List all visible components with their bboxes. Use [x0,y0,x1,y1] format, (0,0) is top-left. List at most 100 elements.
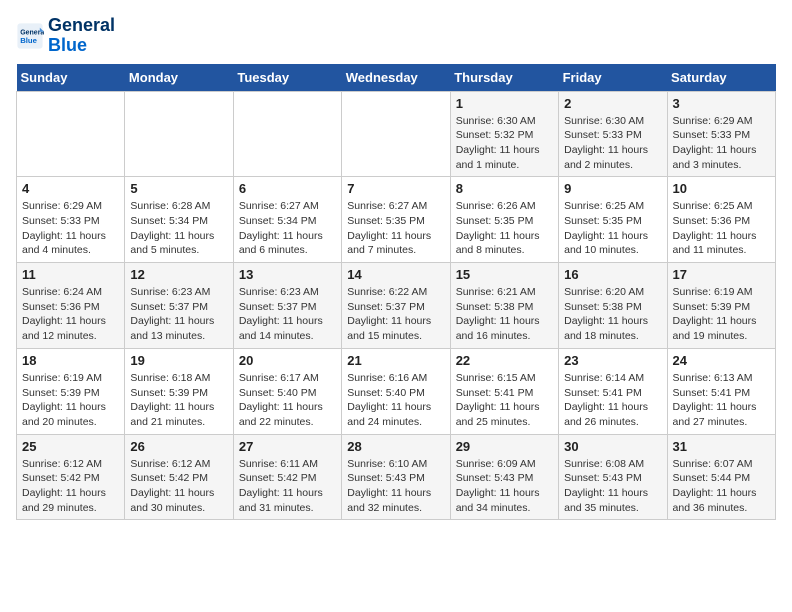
day-number: 27 [239,439,336,454]
day-number: 18 [22,353,119,368]
calendar-cell: 2 Sunrise: 6:30 AM Sunset: 5:33 PM Daylig… [559,91,667,177]
calendar-cell: 7 Sunrise: 6:27 AM Sunset: 5:35 PM Daylig… [342,177,450,263]
day-number: 26 [130,439,227,454]
day-info: Sunrise: 6:27 AM Sunset: 5:34 PM Dayligh… [239,199,336,258]
day-info: Sunrise: 6:23 AM Sunset: 5:37 PM Dayligh… [130,285,227,344]
day-info: Sunrise: 6:20 AM Sunset: 5:38 PM Dayligh… [564,285,661,344]
day-info: Sunrise: 6:21 AM Sunset: 5:38 PM Dayligh… [456,285,553,344]
calendar-cell: 12Sunrise: 6:23 AM Sunset: 5:37 PM Dayli… [125,263,233,349]
day-info: Sunrise: 6:26 AM Sunset: 5:35 PM Dayligh… [456,199,553,258]
calendar-cell: 1 Sunrise: 6:30 AM Sunset: 5:32 PM Daylig… [450,91,558,177]
day-number: 17 [673,267,770,282]
day-number: 29 [456,439,553,454]
calendar-cell: 9Sunrise: 6:25 AM Sunset: 5:35 PM Daylig… [559,177,667,263]
week-row-4: 18 Sunrise: 6:19 AM Sunset: 5:39 PM Dayli… [17,348,776,434]
day-number: 24 [673,353,770,368]
calendar-cell: 3Sunrise: 6:29 AM Sunset: 5:33 PM Daylig… [667,91,775,177]
calendar-cell: 26 Sunrise: 6:12 AM Sunset: 5:42 PM Dayli… [125,434,233,520]
calendar-cell [125,91,233,177]
calendar-cell: 6 Sunrise: 6:27 AM Sunset: 5:34 PM Daylig… [233,177,341,263]
logo-icon: General Blue [16,22,44,50]
calendar-cell: 21 Sunrise: 6:16 AM Sunset: 5:40 PM Dayli… [342,348,450,434]
day-header-sunday: Sunday [17,64,125,92]
day-header-saturday: Saturday [667,64,775,92]
day-info: Sunrise: 6:16 AM Sunset: 5:40 PM Dayligh… [347,371,444,430]
day-number: 21 [347,353,444,368]
day-info: Sunrise: 6:19 AM Sunset: 5:39 PM Dayligh… [673,285,770,344]
day-number: 25 [22,439,119,454]
day-info: Sunrise: 6:10 AM Sunset: 5:43 PM Dayligh… [347,457,444,516]
day-number: 14 [347,267,444,282]
calendar-cell: 19 Sunrise: 6:18 AM Sunset: 5:39 PM Dayli… [125,348,233,434]
week-row-2: 4 Sunrise: 6:29 AM Sunset: 5:33 PM Daylig… [17,177,776,263]
day-number: 11 [22,267,119,282]
day-info: Sunrise: 6:27 AM Sunset: 5:35 PM Dayligh… [347,199,444,258]
week-row-5: 25 Sunrise: 6:12 AM Sunset: 5:42 PM Dayli… [17,434,776,520]
day-info: Sunrise: 6:09 AM Sunset: 5:43 PM Dayligh… [456,457,553,516]
calendar-cell [342,91,450,177]
calendar-cell: 17 Sunrise: 6:19 AM Sunset: 5:39 PM Dayli… [667,263,775,349]
calendar-cell: 29 Sunrise: 6:09 AM Sunset: 5:43 PM Dayli… [450,434,558,520]
logo: General Blue General Blue [16,16,115,56]
day-number: 10 [673,181,770,196]
calendar-cell: 24 Sunrise: 6:13 AM Sunset: 5:41 PM Dayli… [667,348,775,434]
day-number: 19 [130,353,227,368]
day-number: 9 [564,181,661,196]
calendar-cell: 13Sunrise: 6:23 AM Sunset: 5:37 PM Dayli… [233,263,341,349]
calendar-cell: 31Sunrise: 6:07 AM Sunset: 5:44 PM Dayli… [667,434,775,520]
day-info: Sunrise: 6:12 AM Sunset: 5:42 PM Dayligh… [22,457,119,516]
day-info: Sunrise: 6:17 AM Sunset: 5:40 PM Dayligh… [239,371,336,430]
calendar-table: SundayMondayTuesdayWednesdayThursdayFrid… [16,64,776,521]
day-number: 20 [239,353,336,368]
day-header-thursday: Thursday [450,64,558,92]
calendar-cell: 16 Sunrise: 6:20 AM Sunset: 5:38 PM Dayli… [559,263,667,349]
day-number: 6 [239,181,336,196]
day-number: 16 [564,267,661,282]
week-row-1: 1 Sunrise: 6:30 AM Sunset: 5:32 PM Daylig… [17,91,776,177]
calendar-cell: 30Sunrise: 6:08 AM Sunset: 5:43 PM Dayli… [559,434,667,520]
day-info: Sunrise: 6:22 AM Sunset: 5:37 PM Dayligh… [347,285,444,344]
calendar-cell: 14 Sunrise: 6:22 AM Sunset: 5:37 PM Dayli… [342,263,450,349]
day-number: 4 [22,181,119,196]
day-number: 30 [564,439,661,454]
day-info: Sunrise: 6:28 AM Sunset: 5:34 PM Dayligh… [130,199,227,258]
day-number: 1 [456,96,553,111]
day-info: Sunrise: 6:07 AM Sunset: 5:44 PM Dayligh… [673,457,770,516]
calendar-cell: 5 Sunrise: 6:28 AM Sunset: 5:34 PM Daylig… [125,177,233,263]
day-info: Sunrise: 6:18 AM Sunset: 5:39 PM Dayligh… [130,371,227,430]
day-header-tuesday: Tuesday [233,64,341,92]
day-number: 2 [564,96,661,111]
day-header-wednesday: Wednesday [342,64,450,92]
day-info: Sunrise: 6:30 AM Sunset: 5:33 PM Dayligh… [564,114,661,173]
day-number: 3 [673,96,770,111]
day-info: Sunrise: 6:14 AM Sunset: 5:41 PM Dayligh… [564,371,661,430]
day-info: Sunrise: 6:12 AM Sunset: 5:42 PM Dayligh… [130,457,227,516]
day-number: 23 [564,353,661,368]
calendar-cell: 4 Sunrise: 6:29 AM Sunset: 5:33 PM Daylig… [17,177,125,263]
calendar-cell: 10 Sunrise: 6:25 AM Sunset: 5:36 PM Dayli… [667,177,775,263]
day-info: Sunrise: 6:30 AM Sunset: 5:32 PM Dayligh… [456,114,553,173]
day-header-monday: Monday [125,64,233,92]
day-info: Sunrise: 6:29 AM Sunset: 5:33 PM Dayligh… [22,199,119,258]
calendar-cell: 18 Sunrise: 6:19 AM Sunset: 5:39 PM Dayli… [17,348,125,434]
logo-text: General Blue [48,16,115,56]
day-number: 5 [130,181,227,196]
day-header-friday: Friday [559,64,667,92]
days-header-row: SundayMondayTuesdayWednesdayThursdayFrid… [17,64,776,92]
day-info: Sunrise: 6:13 AM Sunset: 5:41 PM Dayligh… [673,371,770,430]
calendar-cell: 27 Sunrise: 6:11 AM Sunset: 5:42 PM Dayli… [233,434,341,520]
day-info: Sunrise: 6:15 AM Sunset: 5:41 PM Dayligh… [456,371,553,430]
day-number: 13 [239,267,336,282]
calendar-cell [233,91,341,177]
day-info: Sunrise: 6:25 AM Sunset: 5:36 PM Dayligh… [673,199,770,258]
day-number: 7 [347,181,444,196]
calendar-cell: 20 Sunrise: 6:17 AM Sunset: 5:40 PM Dayli… [233,348,341,434]
calendar-cell: 22Sunrise: 6:15 AM Sunset: 5:41 PM Dayli… [450,348,558,434]
calendar-cell: 11Sunrise: 6:24 AM Sunset: 5:36 PM Dayli… [17,263,125,349]
calendar-cell: 23 Sunrise: 6:14 AM Sunset: 5:41 PM Dayli… [559,348,667,434]
day-info: Sunrise: 6:19 AM Sunset: 5:39 PM Dayligh… [22,371,119,430]
day-info: Sunrise: 6:11 AM Sunset: 5:42 PM Dayligh… [239,457,336,516]
calendar-cell: 25 Sunrise: 6:12 AM Sunset: 5:42 PM Dayli… [17,434,125,520]
day-number: 8 [456,181,553,196]
calendar-cell: 15Sunrise: 6:21 AM Sunset: 5:38 PM Dayli… [450,263,558,349]
